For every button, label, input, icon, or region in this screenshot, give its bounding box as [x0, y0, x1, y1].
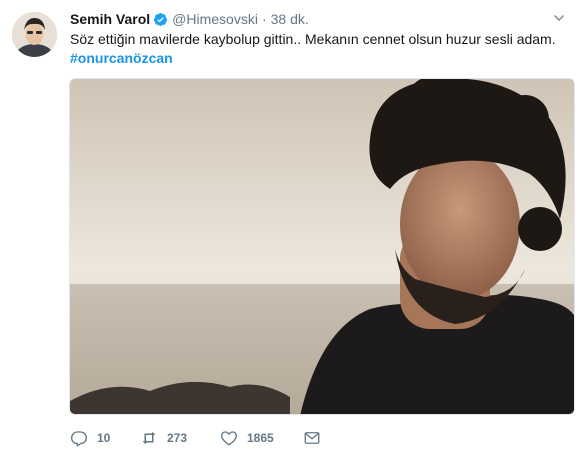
direct-message-button[interactable]: [303, 429, 321, 447]
tweet-header: Semih Varol @Himesovski · 38 dk.: [70, 10, 309, 28]
reply-count: 10: [97, 431, 111, 445]
hashtag-link[interactable]: #onurcanözcan: [70, 49, 173, 68]
like-button[interactable]: 1865: [220, 429, 303, 447]
retweet-count: 273: [167, 431, 188, 445]
tweet-card[interactable]: Semih Varol @Himesovski · 38 dk. Söz ett…: [0, 0, 581, 449]
verified-badge-icon: [153, 12, 168, 27]
avatar[interactable]: [12, 12, 57, 57]
heart-icon: [221, 431, 237, 446]
like-count: 1865: [247, 431, 274, 445]
photo-image: [70, 79, 574, 414]
chevron-down-icon[interactable]: [553, 12, 565, 24]
retweet-icon: [142, 432, 156, 444]
tweet-photo[interactable]: [69, 78, 575, 415]
author-handle[interactable]: @Himesovski: [172, 11, 258, 27]
tweet-text: Söz ettiğin mavilerde kaybolup gittin.. …: [70, 31, 556, 47]
author-name[interactable]: Semih Varol: [70, 11, 150, 27]
tweet-actions: 10 273 1865: [70, 428, 321, 448]
envelope-icon: [304, 432, 320, 444]
reply-button[interactable]: 10: [70, 429, 140, 447]
reply-icon: [70, 431, 88, 447]
separator-dot: ·: [261, 11, 267, 27]
retweet-button[interactable]: 273: [140, 429, 220, 447]
tweet-timestamp[interactable]: 38 dk.: [271, 11, 309, 27]
